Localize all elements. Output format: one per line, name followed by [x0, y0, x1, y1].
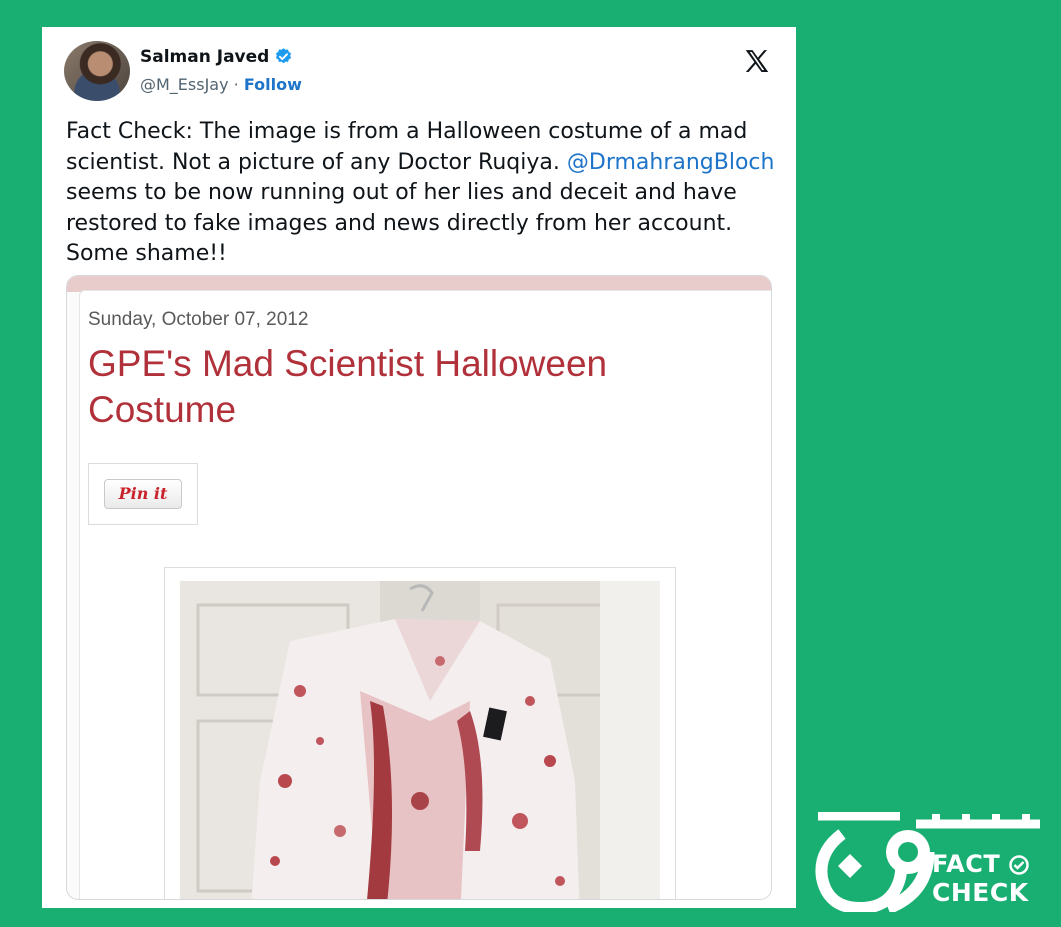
tweet-text: Fact Check: The image is from a Hallowee…: [66, 117, 786, 270]
tweet-header: Salman Javed @M_EssJay · Follow: [64, 41, 774, 103]
author-name[interactable]: Salman Javed: [140, 47, 269, 67]
photo-frame: [164, 567, 676, 899]
follow-button[interactable]: Follow: [244, 75, 302, 94]
author-handle[interactable]: @M_EssJay: [140, 75, 229, 94]
pin-widget: Pin it: [88, 463, 198, 525]
post-title[interactable]: GPE's Mad Scientist Halloween Costume: [88, 341, 748, 433]
avatar[interactable]: [64, 41, 130, 101]
logo-fact-text: FACT: [932, 850, 1001, 878]
blog-post: Sunday, October 07, 2012 GPE's Mad Scien…: [79, 290, 771, 899]
check-circle-icon: [1009, 855, 1029, 875]
x-logo-icon[interactable]: [742, 47, 772, 77]
mention-link[interactable]: @DrmahrangBloch: [567, 150, 775, 175]
embedded-image-card[interactable]: Sunday, October 07, 2012 GPE's Mad Scien…: [66, 275, 772, 900]
tweet-card: Salman Javed @M_EssJay · Follow Fact Che…: [42, 27, 796, 908]
logo-check-text: CHECK: [932, 878, 1029, 907]
fact-check-logo: FACT CHECK: [812, 811, 1044, 915]
costume-photo: [180, 581, 660, 899]
costume-photo-illustration: [180, 581, 660, 899]
pin-it-button[interactable]: Pin it: [104, 479, 182, 509]
author-handle-row: @M_EssJay · Follow: [140, 75, 302, 94]
separator: ·: [233, 75, 239, 94]
verified-icon: [275, 48, 292, 64]
tweet-text-part2: seems to be now running out of her lies …: [66, 180, 737, 266]
post-date: Sunday, October 07, 2012: [88, 309, 309, 330]
